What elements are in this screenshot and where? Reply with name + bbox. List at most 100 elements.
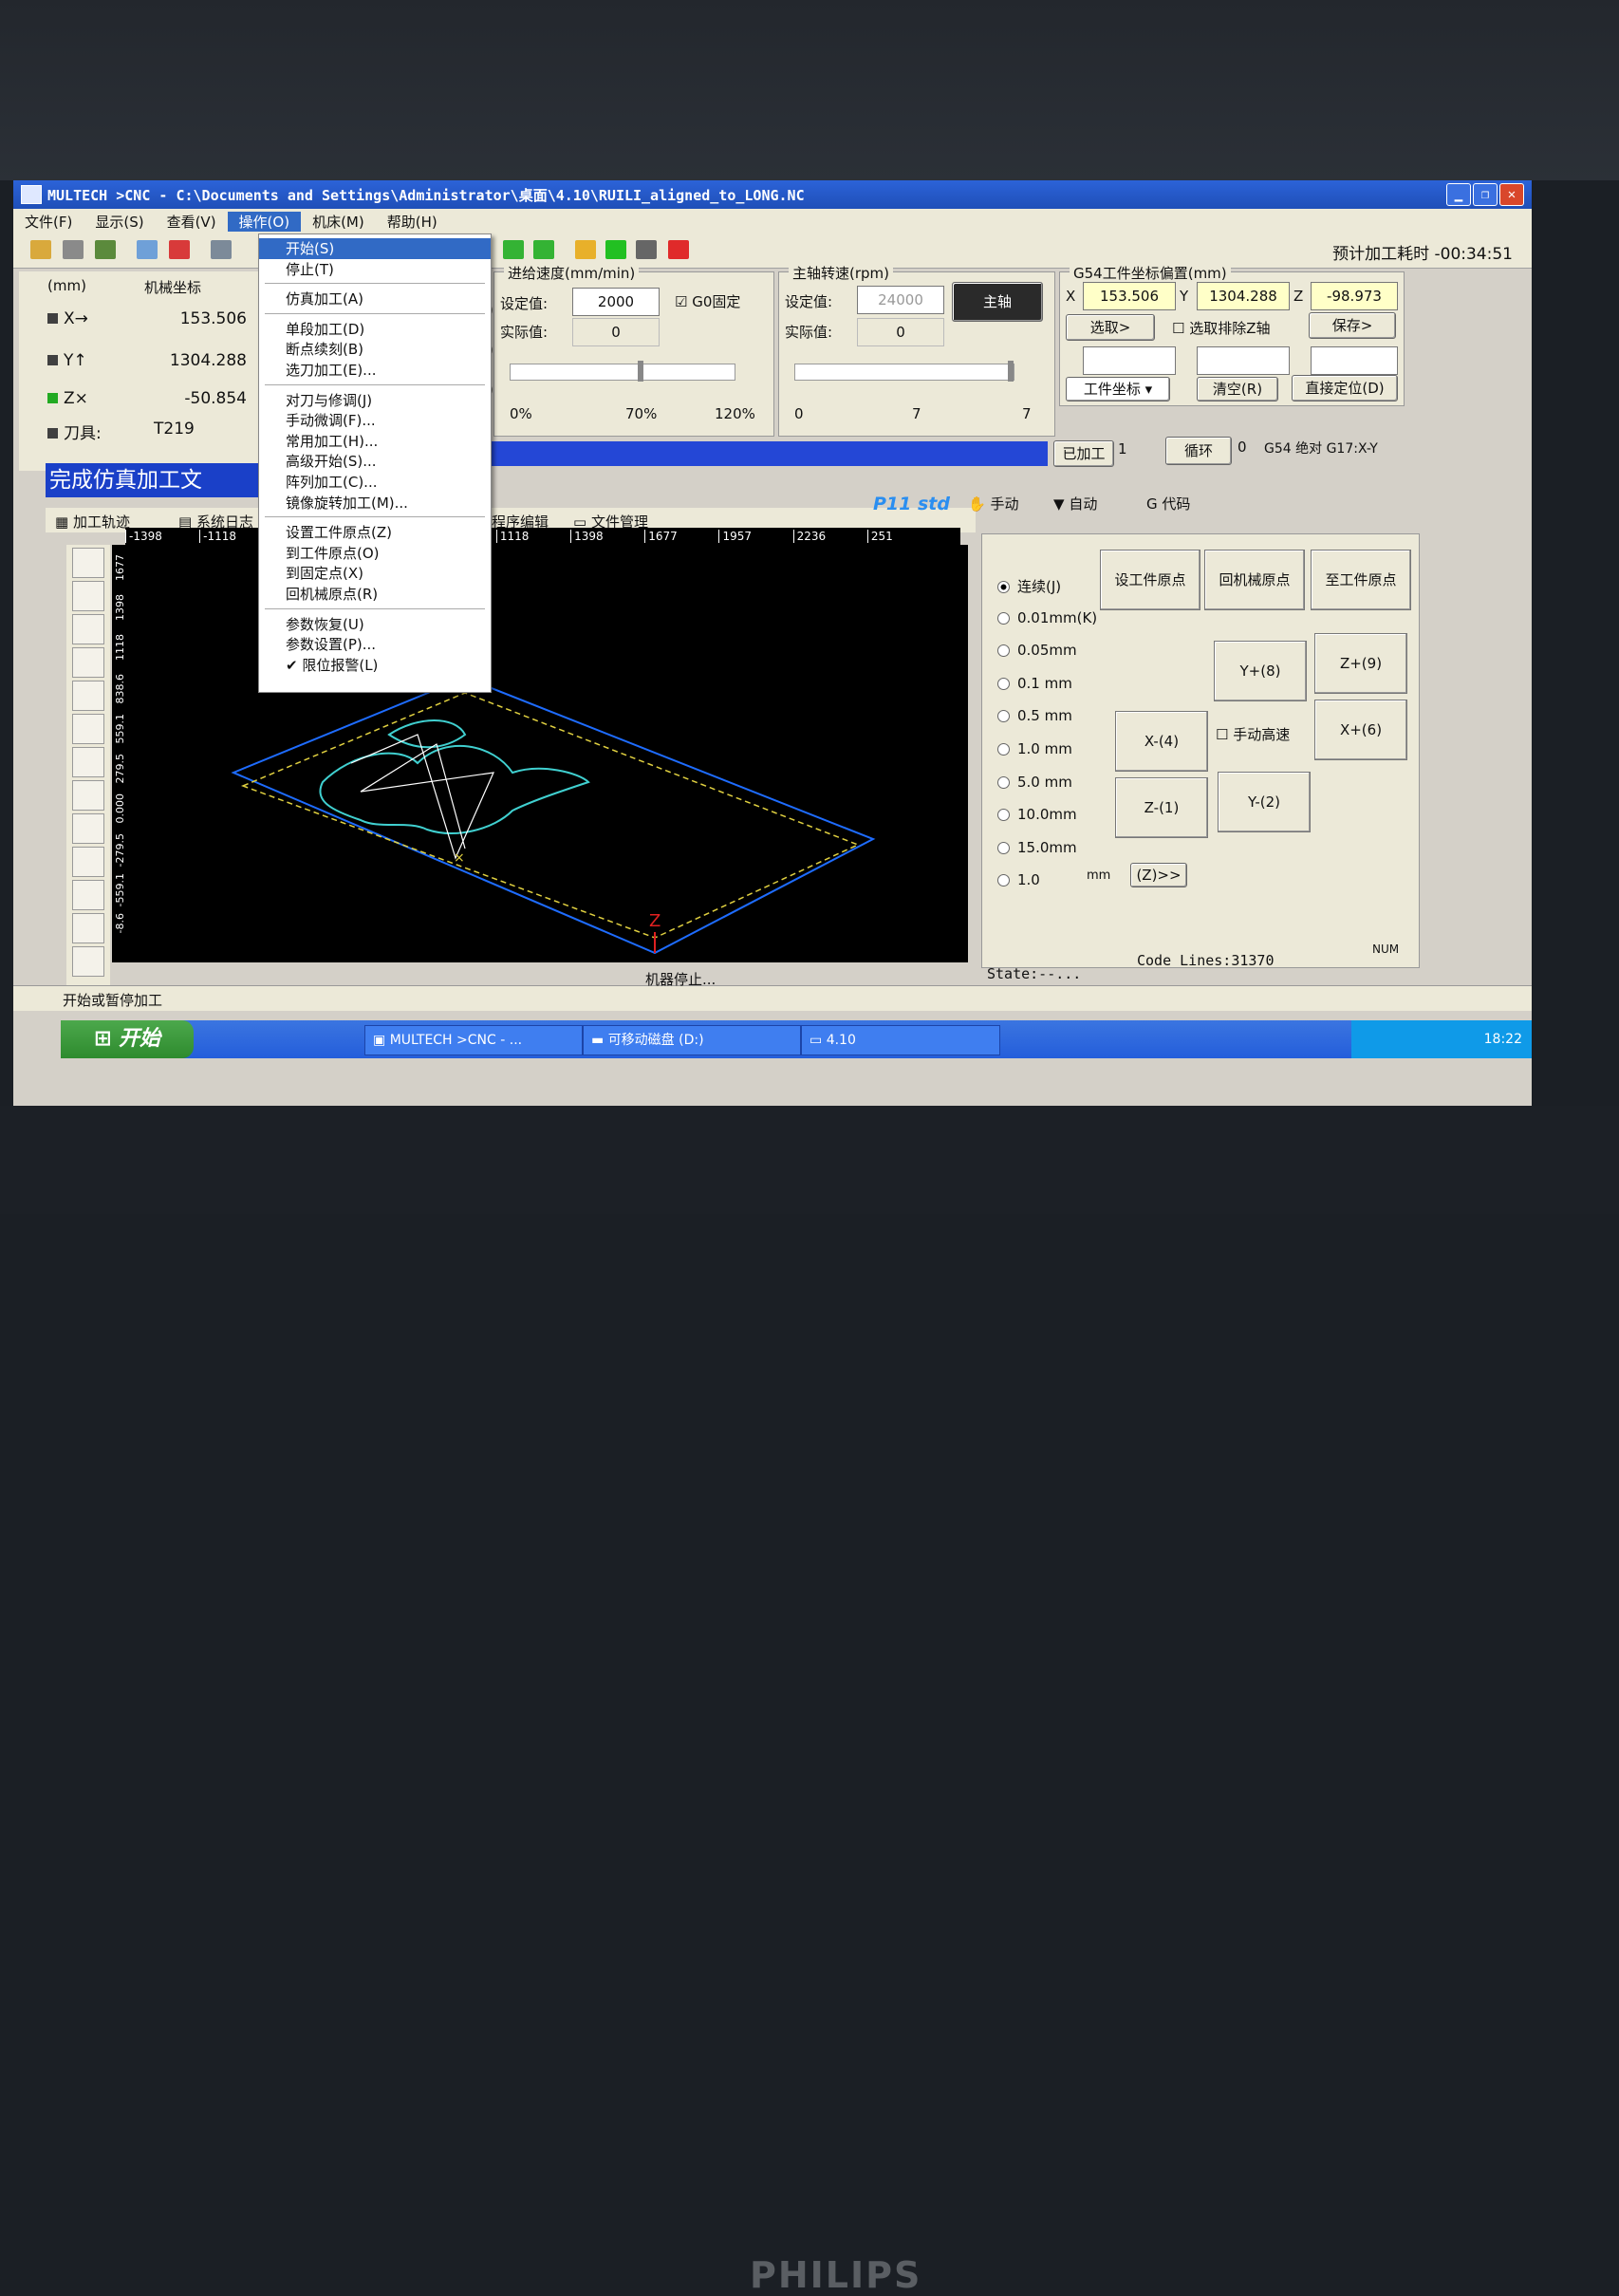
view-top-icon[interactable] [72,847,104,877]
g0-fixed-checkbox[interactable]: ☑ G0固定 [675,291,740,311]
zoom-minus-icon[interactable] [72,747,104,777]
tab-auto[interactable]: ▼ 自动 [1053,494,1097,513]
menu-item-14[interactable]: 镜像旋转加工(M)... [259,493,491,513]
menu-item-11[interactable]: 常用加工(H)... [259,431,491,452]
zoom-in-icon[interactable] [72,614,104,644]
step-option-1[interactable]: 0.01mm(K) [997,609,1097,626]
view-left-icon[interactable] [72,913,104,943]
open-folder-icon[interactable] [30,240,51,259]
menu-display[interactable]: 显示(S) [84,212,155,232]
menu-help[interactable]: 帮助(H) [376,212,449,232]
g54-y2-input[interactable] [1197,346,1290,375]
menu-item-5[interactable]: 单段加工(D) [259,319,491,340]
g54-y-input[interactable]: 1304.288 [1197,282,1290,310]
high-speed-checkbox[interactable]: ☐ 手动高速 [1216,724,1290,744]
tool-icon[interactable] [211,240,232,259]
start-button[interactable]: ⊞ 开始 [61,1020,194,1058]
loop-button[interactable]: 循环 [1165,437,1232,465]
menu-item-9[interactable]: 对刀与修调(J) [259,390,491,411]
select-button[interactable]: 选取> [1066,314,1155,341]
save-offset-button[interactable]: 保存> [1309,312,1396,339]
step-option-6[interactable]: 5.0 mm [997,774,1072,791]
g54-x-input[interactable]: 153.506 [1083,282,1176,310]
step-option-2[interactable]: 0.05mm [997,642,1077,659]
zoom-out-icon[interactable] [72,647,104,678]
to-work-origin-button[interactable]: 至工件原点 [1311,550,1411,610]
spindle-button[interactable]: 主轴 [952,282,1043,322]
feed-slider[interactable] [510,361,735,382]
close-button[interactable]: ✕ [1499,183,1524,206]
eraser-icon[interactable] [137,240,158,259]
eraser-tool-icon[interactable] [72,548,104,578]
menu-item-13[interactable]: 阵列加工(C)... [259,472,491,493]
menu-view[interactable]: 查看(V) [156,212,228,232]
spindle-set-input[interactable]: 24000 [857,286,944,314]
coord-select-dropdown[interactable]: 工件坐标 ▾ [1066,377,1170,401]
tab-manual[interactable]: ✋ 手动 [968,494,1018,513]
menu-item-7[interactable]: 选刀加工(E)... [259,360,491,381]
z-minus-button[interactable]: Z-(1) [1115,777,1208,838]
set-work-origin-button[interactable]: 设工件原点 [1100,550,1200,610]
g54-z-input[interactable]: -98.973 [1311,282,1398,310]
spindle-slider-thumb[interactable] [1008,361,1014,382]
menu-item-22[interactable]: 参数设置(P)... [259,634,491,655]
pan-icon[interactable] [72,681,104,711]
g54-x2-input[interactable] [1083,346,1176,375]
settings-icon[interactable] [63,240,84,259]
minimize-button[interactable]: ▁ [1446,183,1471,206]
zoom-region-icon[interactable] [72,581,104,611]
direct-locate-button[interactable]: 直接定位(D) [1292,375,1398,401]
simulate-icon[interactable] [575,240,596,259]
run-from-icon[interactable] [503,240,524,259]
menu-operate[interactable]: 操作(O) [227,211,302,232]
task-folder[interactable]: ▭ 4.10 [801,1025,1000,1055]
step-option-4[interactable]: 0.5 mm [997,707,1072,724]
menu-item-21[interactable]: 参数恢复(U) [259,614,491,635]
y-minus-button[interactable]: Y-(2) [1218,772,1311,832]
menu-item-3[interactable]: 仿真加工(A) [259,289,491,309]
task-removable-disk[interactable]: ▬ 可移动磁盘 (D:) [583,1025,801,1055]
menu-item-19[interactable]: 回机械原点(R) [259,584,491,605]
step-option-3[interactable]: 0.1 mm [997,675,1072,692]
menu-item-12[interactable]: 高级开始(S)... [259,451,491,472]
tab-toolpath[interactable]: ▦ 加工轨迹 [55,512,130,532]
x-plus-button[interactable]: X+(6) [1314,700,1407,760]
x-minus-button[interactable]: X-(4) [1115,711,1208,772]
zoom-fit-icon[interactable] [72,714,104,744]
stop-icon[interactable] [668,240,689,259]
run-step-icon[interactable] [533,240,554,259]
spindle-slider[interactable] [794,361,1014,382]
task-multech[interactable]: ▣ MULTECH >CNC - ... [364,1025,583,1055]
step-option-9[interactable]: 1.0 [997,871,1040,888]
grid-icon[interactable] [169,240,190,259]
step-option-8[interactable]: 15.0mm [997,839,1077,856]
menu-item-17[interactable]: 到工件原点(O) [259,543,491,564]
step-option-7[interactable]: 10.0mm [997,806,1077,823]
step-option-0[interactable]: 连续(J) [997,576,1061,596]
start-icon[interactable] [605,240,626,259]
home-machine-button[interactable]: 回机械原点 [1204,550,1305,610]
menu-item-23[interactable]: ✔ 限位报警(L) [259,655,491,676]
view-right-icon[interactable] [72,946,104,977]
feed-slider-thumb[interactable] [638,361,644,382]
pause-icon[interactable] [636,240,657,259]
view-iso-icon[interactable] [72,813,104,844]
custom-step-button[interactable]: (Z)>> [1130,863,1187,887]
menu-file[interactable]: 文件(F) [13,212,84,232]
save-icon[interactable] [95,240,116,259]
menu-item-16[interactable]: 设置工件原点(Z) [259,522,491,543]
z-plus-button[interactable]: Z+(9) [1314,633,1407,694]
menu-item-1[interactable]: 停止(T) [259,259,491,280]
feed-set-input[interactable]: 2000 [572,288,660,316]
center-icon[interactable] [72,780,104,811]
menu-item-18[interactable]: 到固定点(X) [259,563,491,584]
menu-item-6[interactable]: 断点续刻(B) [259,339,491,360]
g54-z2-input[interactable] [1311,346,1398,375]
menu-machine[interactable]: 机床(M) [301,212,376,232]
menu-item-10[interactable]: 手动微调(F)... [259,410,491,431]
menu-item-0[interactable]: 开始(S) [259,238,491,259]
exclude-z-checkbox[interactable]: ☐ 选取排除Z轴 [1172,318,1271,338]
y-plus-button[interactable]: Y+(8) [1214,641,1307,701]
view-front-icon[interactable] [72,880,104,910]
step-option-5[interactable]: 1.0 mm [997,740,1072,757]
